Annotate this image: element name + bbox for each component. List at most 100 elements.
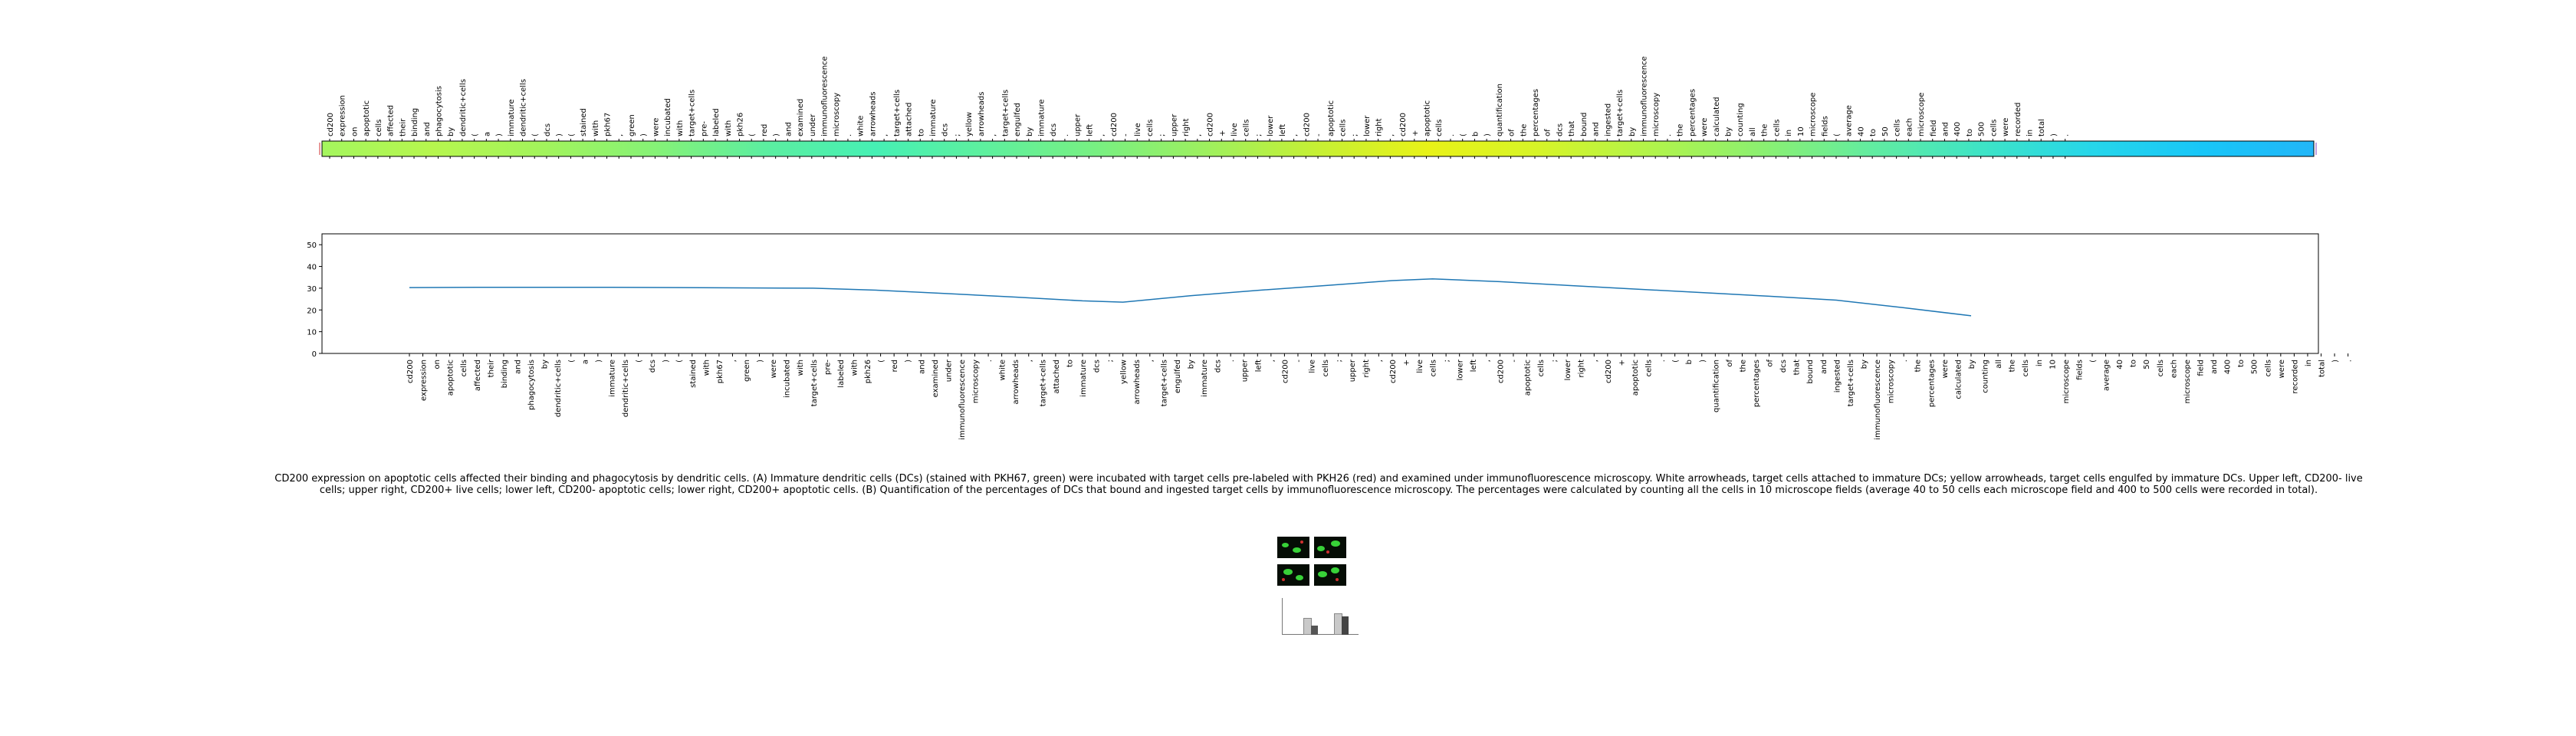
- x-tick-label: (: [675, 360, 684, 363]
- x-tick-label: ,: [729, 360, 738, 362]
- colorbar-tick-label: pkh67: [604, 113, 613, 136]
- x-tick-label: microscopy: [972, 360, 981, 403]
- x-tick-label: green: [743, 360, 751, 382]
- colorbar-tick-label: calculated: [1713, 97, 1721, 136]
- x-tick-label: and: [1820, 360, 1829, 374]
- figure-thumbnail: [1271, 531, 1366, 646]
- x-tick-label: bound: [1806, 360, 1815, 384]
- colorbar-tick-label: expression: [339, 95, 347, 136]
- colorbar-tick-label: quantification: [1496, 84, 1504, 136]
- colorbar-tick-label: fields: [1821, 116, 1829, 136]
- colorbar-tick-label: dendritic+cells: [459, 79, 468, 136]
- x-tick-label: 500: [2251, 360, 2259, 374]
- thumbnail-panel-lower-left: [1277, 564, 1309, 586]
- colorbar-tick-label: (: [1460, 133, 1468, 136]
- colorbar-tick-label: 50: [1881, 127, 1890, 136]
- x-tick-label: live: [1309, 360, 1317, 373]
- colorbar-tick-label: 10: [1797, 127, 1806, 136]
- colorbar-tick-label: binding: [411, 108, 419, 136]
- colorbar-tick-label: cells: [375, 120, 383, 136]
- x-tick-label: and: [918, 360, 926, 374]
- x-tick-label: right: [1362, 360, 1371, 378]
- colorbar-tick-label: lower: [1363, 115, 1372, 136]
- colorbar-tick-label: dendritic+cells: [520, 79, 528, 136]
- colorbar-tick-label: microscope: [1917, 93, 1926, 136]
- x-tick-label: white: [999, 360, 1007, 380]
- colorbar-tick-label: -: [1122, 133, 1131, 136]
- x-tick-label: to: [2130, 360, 2138, 367]
- colorbar-tick-label: average: [1845, 105, 1854, 136]
- colorbar-tick-label: right: [1182, 118, 1191, 136]
- x-tick-label: -: [1510, 360, 1519, 363]
- colorbar-tick-label: target+cells: [688, 90, 697, 136]
- colorbar-tick-label: that: [1568, 121, 1576, 136]
- x-tick-label: a: [581, 360, 590, 364]
- x-tick-label: lower: [1564, 359, 1572, 380]
- x-tick-label: dendritic+cells: [554, 360, 563, 417]
- colorbar-tick-label: cells: [1435, 120, 1444, 136]
- colorbar-tick-label: upper: [1074, 113, 1083, 136]
- x-tick-label: .: [2345, 360, 2354, 362]
- colorbar-tick-label: cells: [1243, 120, 1251, 136]
- x-tick-label: cd200: [1605, 360, 1613, 383]
- colorbar-tick-label: ): [773, 133, 781, 136]
- x-tick-label: ): [2331, 360, 2340, 363]
- x-tick-label: incubated: [784, 360, 792, 398]
- x-tick-label: cd200: [1389, 360, 1398, 383]
- x-tick-label: (: [1672, 360, 1681, 363]
- x-tick-label: apoptotic: [1631, 360, 1640, 396]
- colorbar-tick-label: ;: [953, 134, 961, 136]
- x-tick-label: 400: [2224, 360, 2233, 374]
- colorbar-tick-label: ,: [990, 134, 998, 136]
- colorbar-tick-label: microscopy: [1652, 93, 1661, 136]
- colorbar-tick-label: dcs: [1050, 123, 1058, 136]
- colorbar-tick-label: cd200: [1110, 113, 1119, 136]
- x-tick-label: cells: [2022, 360, 2030, 376]
- x-tick-label: dcs: [649, 360, 657, 373]
- x-tick-label: (: [878, 360, 886, 363]
- x-tick-label: immunofluorescence: [1874, 360, 1882, 440]
- colorbar-tick-label: each: [1905, 118, 1914, 136]
- colorbar-tick-label: with: [592, 120, 600, 136]
- colorbar-tick-label: b: [1471, 132, 1480, 136]
- x-tick-label: affected: [474, 360, 482, 391]
- x-tick-label: cd200: [1281, 360, 1290, 383]
- colorbar-tick-label: their: [399, 118, 407, 136]
- colorbar-tick-label: -: [1315, 133, 1323, 136]
- colorbar-tick-label: target+cells: [893, 90, 902, 136]
- colorbar-tick-label: left: [1086, 124, 1094, 136]
- colorbar-tick-label: dcs: [544, 123, 552, 136]
- x-tick-label: ,: [1591, 360, 1599, 362]
- x-tick-label: dcs: [1214, 360, 1223, 373]
- colorbar-tick-label: .: [1062, 134, 1070, 136]
- colorbar-tick-label: target+cells: [1616, 90, 1625, 136]
- colorbar-tick-label: to: [1966, 129, 1974, 136]
- colorbar-tick-label: immature: [929, 99, 938, 136]
- x-tick-label: dendritic+cells: [622, 360, 630, 417]
- x-tick-label: ;: [1443, 360, 1451, 362]
- x-tick-label: fields: [2075, 360, 2084, 380]
- x-tick-label: pkh67: [716, 360, 724, 383]
- colorbar-tick-label: ;: [1254, 134, 1263, 136]
- x-tick-label: ;: [1336, 360, 1344, 362]
- colorbar-tick-label: all: [1749, 127, 1757, 136]
- colorbar-tick-label: yellow: [965, 112, 974, 136]
- colorbar-tick-label: of: [1544, 129, 1552, 136]
- colorbar-tick-label: by: [1026, 127, 1034, 136]
- x-tick-label: labeled: [837, 360, 846, 388]
- x-tick-label: ,: [1375, 360, 1384, 362]
- x-tick-label: ingested: [1833, 360, 1842, 393]
- x-tick-label: +: [1402, 360, 1411, 366]
- colorbar-tick-label: phagocytosis: [435, 86, 443, 136]
- x-tick-label: 10: [2049, 360, 2057, 370]
- colorbar-tick-label: incubated: [664, 98, 672, 136]
- colorbar-tick-label: apoptotic: [363, 100, 371, 136]
- colorbar-tick-label: cells: [1146, 120, 1155, 136]
- colorbar-tick-label: affected: [387, 105, 396, 136]
- colorbar-tick-label: on: [350, 127, 359, 136]
- colorbar-tick-label: ): [556, 133, 564, 136]
- colorbar-tick-label: left: [1279, 124, 1287, 136]
- x-tick-label: microscope: [2183, 360, 2192, 403]
- colorbar-tick-label: dcs: [941, 123, 950, 136]
- colorbar-tick-label: and: [423, 122, 432, 136]
